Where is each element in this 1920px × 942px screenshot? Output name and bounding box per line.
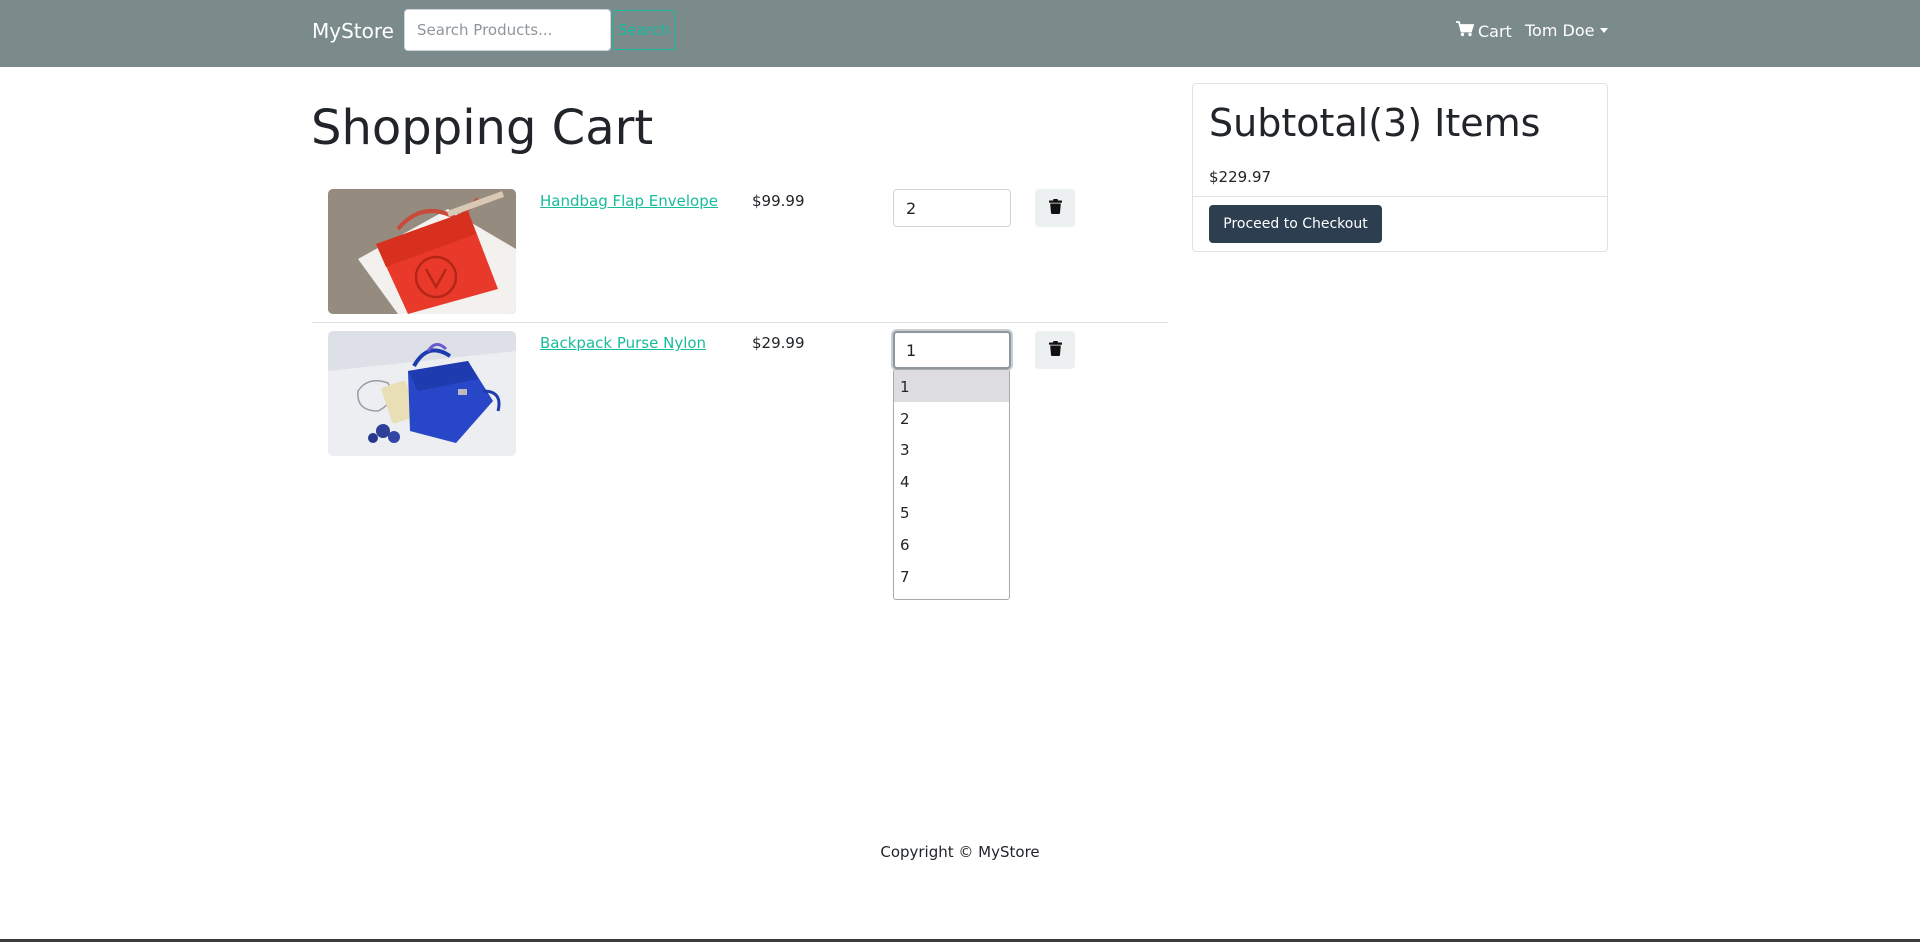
quantity-select[interactable]: 1 <box>893 331 1011 369</box>
row-divider <box>312 322 1168 323</box>
quantity-option[interactable]: 1 <box>894 370 1009 402</box>
trash-icon <box>1048 199 1062 217</box>
nav-cart-link[interactable]: Cart <box>1456 21 1512 41</box>
product-link-backpack[interactable]: Backpack Purse Nylon <box>540 334 706 352</box>
product-price: $29.99 <box>752 334 805 352</box>
user-menu-toggle[interactable]: Tom Doe <box>1525 21 1609 40</box>
quantity-option[interactable]: 6 <box>894 528 1009 560</box>
order-summary-card: Subtotal(3) Items $229.97 Proceed to Che… <box>1192 83 1608 252</box>
product-price: $99.99 <box>752 192 805 210</box>
navbar: MyStore Search Cart Tom Doe <box>0 0 1920 67</box>
cart-icon <box>1456 21 1475 41</box>
checkout-button[interactable]: Proceed to Checkout <box>1209 205 1382 243</box>
quantity-option[interactable]: 4 <box>894 465 1009 497</box>
subtotal-heading: Subtotal(3) Items <box>1209 101 1541 145</box>
nav-cart-label: Cart <box>1478 21 1512 41</box>
footer-copyright: Copyright © MyStore <box>880 843 1040 861</box>
brand-logo[interactable]: MyStore <box>312 19 394 43</box>
user-name: Tom Doe <box>1525 21 1595 40</box>
product-link-handbag[interactable]: Handbag Flap Envelope <box>540 192 718 210</box>
quantity-option[interactable]: 5 <box>894 496 1009 528</box>
product-image-handbag <box>328 189 516 314</box>
search-input[interactable] <box>404 9 611 51</box>
search-button[interactable]: Search <box>612 10 676 50</box>
quantity-option[interactable]: 3 <box>894 433 1009 465</box>
quantity-option[interactable]: 7 <box>894 560 1009 592</box>
quantity-select[interactable]: 2 <box>893 189 1011 227</box>
delete-item-button[interactable] <box>1035 331 1075 369</box>
caret-down-icon <box>1600 28 1609 33</box>
subtotal-amount: $229.97 <box>1209 168 1272 186</box>
quantity-option[interactable]: 2 <box>894 402 1009 434</box>
product-image-backpack <box>328 331 516 456</box>
page-title: Shopping Cart <box>311 100 654 156</box>
quantity-dropdown-list: 1 2 3 4 5 6 7 <box>893 369 1010 600</box>
delete-item-button[interactable] <box>1035 189 1075 227</box>
trash-icon <box>1048 341 1062 359</box>
summary-divider <box>1193 196 1607 197</box>
